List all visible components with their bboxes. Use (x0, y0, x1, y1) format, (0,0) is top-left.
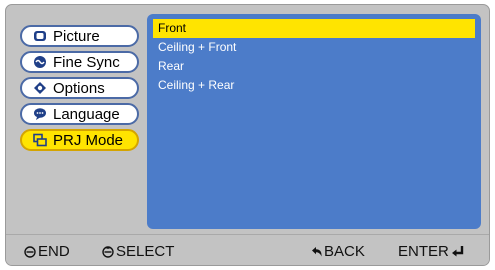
options-panel: Front Ceiling + Front Rear Ceiling + Rea… (147, 14, 481, 229)
enter-hint: ENTER (398, 243, 465, 260)
menu-item-label: Options (53, 79, 105, 97)
menu-item-label: Picture (53, 27, 100, 45)
option-rear[interactable]: Rear (153, 57, 475, 76)
menu-item-options[interactable]: Options (20, 77, 139, 99)
picture-icon (32, 29, 47, 44)
bottom-hint-bar: END SELECT BACK ENTER (6, 234, 489, 265)
select-hint: SELECT (102, 243, 174, 260)
prj-mode-icon (32, 133, 47, 148)
select-label: SELECT (116, 243, 175, 260)
options-icon (32, 81, 47, 96)
enter-arrow-icon (451, 245, 465, 258)
menu-item-prj-mode[interactable]: PRJ Mode (20, 129, 139, 151)
fine-sync-icon (32, 55, 47, 70)
end-hint: END (24, 243, 70, 260)
menu-item-fine-sync[interactable]: Fine Sync (20, 51, 139, 73)
osd-menu: Picture Fine Sync Options Language PRJ M… (5, 4, 490, 266)
option-ceiling-rear[interactable]: Ceiling + Rear (153, 76, 475, 95)
option-front[interactable]: Front (153, 19, 475, 38)
enter-label: ENTER (398, 243, 449, 260)
menu-item-label: Language (53, 105, 120, 123)
menu-item-picture[interactable]: Picture (20, 25, 139, 47)
back-hint: BACK (311, 243, 365, 260)
language-icon (32, 107, 47, 122)
select-button-icon (102, 245, 114, 258)
option-ceiling-front[interactable]: Ceiling + Front (153, 38, 475, 57)
menu-item-label: Fine Sync (53, 53, 120, 71)
menu-item-label: PRJ Mode (53, 131, 124, 149)
end-button-icon (24, 245, 36, 258)
menu-item-language[interactable]: Language (20, 103, 139, 125)
end-label: END (38, 243, 70, 260)
back-label: BACK (324, 243, 365, 260)
back-arrow-icon (311, 246, 323, 258)
